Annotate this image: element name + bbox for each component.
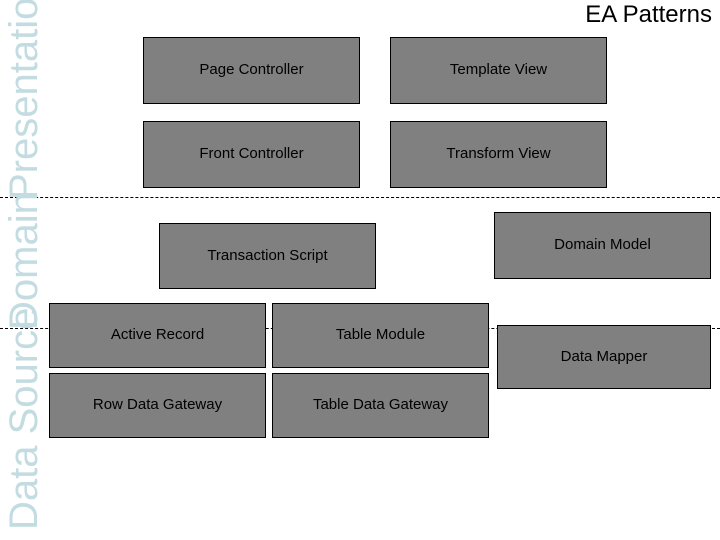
pattern-box-page-controller[interactable]: Page Controller (143, 37, 360, 104)
page-title: EA Patterns (585, 1, 712, 28)
pattern-box-table-module[interactable]: Table Module (272, 303, 489, 368)
slide-canvas: EA Patterns Presentation Domain Data Sou… (0, 0, 720, 540)
pattern-box-table-data-gateway[interactable]: Table Data Gateway (272, 373, 489, 438)
pattern-box-domain-model[interactable]: Domain Model (494, 212, 711, 279)
pattern-box-template-view[interactable]: Template View (390, 37, 607, 104)
pattern-box-row-data-gateway[interactable]: Row Data Gateway (49, 373, 266, 438)
pattern-box-transform-view[interactable]: Transform View (390, 121, 607, 188)
separator-presentation-domain (0, 197, 720, 198)
pattern-box-data-mapper[interactable]: Data Mapper (497, 325, 711, 389)
pattern-box-transaction-script[interactable]: Transaction Script (159, 223, 376, 289)
pattern-box-active-record[interactable]: Active Record (49, 303, 266, 368)
band-label-data-source: Data Source (2, 307, 46, 530)
pattern-box-front-controller[interactable]: Front Controller (143, 121, 360, 188)
band-label-presentation: Presentation (2, 0, 46, 200)
